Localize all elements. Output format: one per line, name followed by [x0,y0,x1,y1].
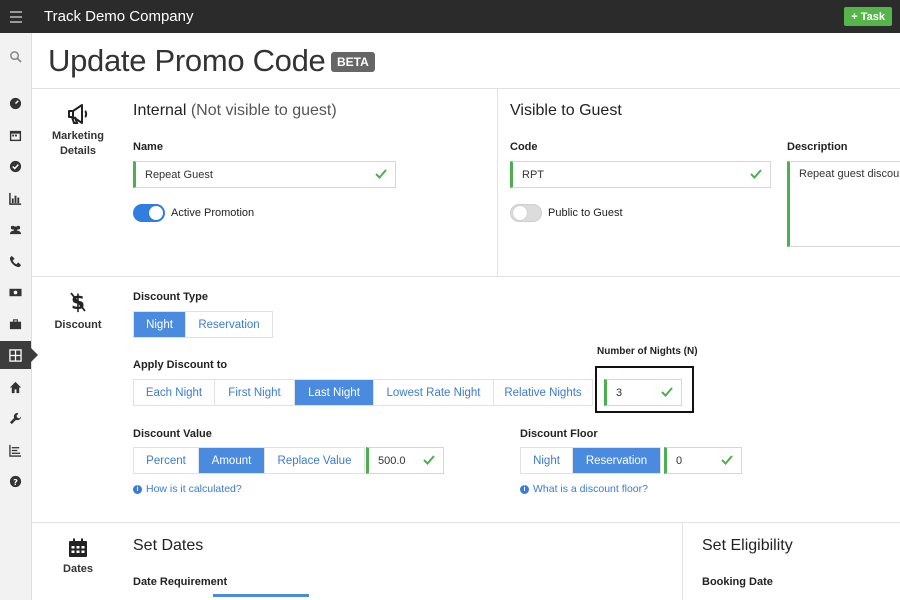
dates-section-label: Dates [46,538,110,577]
code-label: Code [510,141,538,153]
apply-lowest-rate-night[interactable]: Lowest Rate Night [374,380,494,405]
apply-last-night[interactable]: Last Night [295,380,374,405]
discount-floor-selector: Night Reservation [520,447,661,474]
divider [497,88,498,276]
discount-floor-reservation[interactable]: Reservation [573,448,660,473]
active-promotion-label: Active Promotion [171,207,255,219]
divider [32,522,900,523]
number-of-nights-label: Number of Nights (N) [597,346,698,357]
name-input[interactable]: Repeat Guest [133,161,396,188]
apply-each-night[interactable]: Each Night [134,380,215,405]
sidebar: ? [0,33,38,600]
discount-amount-input[interactable]: 500.0 [366,447,444,474]
discount-type-selector: Night Reservation [133,311,273,338]
wrench-icon[interactable] [0,404,31,432]
add-task-button[interactable]: + Task [844,7,892,26]
help-icon[interactable]: ? [0,467,31,495]
top-bar: Track Demo Company + Task [0,0,900,33]
check-circle-icon[interactable] [0,152,31,180]
discount-value-percent[interactable]: Percent [134,448,199,473]
divider [32,276,900,277]
calculation-help-link[interactable]: i How is it calculated? [133,483,242,495]
check-icon [721,455,733,465]
discount-floor-input[interactable]: 0 [664,447,742,474]
set-eligibility-heading: Set Eligibility [702,537,793,554]
discount-type-night[interactable]: Night [134,312,186,337]
discount-section-label: $ Discount [46,290,110,333]
beta-badge: BETA [331,52,375,72]
public-to-guest-label: Public to Guest [548,207,623,219]
marketing-section-label: Marketing Details [46,103,110,159]
money-icon[interactable] [0,278,31,306]
grid-icon[interactable] [0,341,38,369]
toggle-knob [149,206,163,220]
calendar-icon [69,538,87,557]
home-icon[interactable] [0,373,31,401]
booking-date-label: Booking Date [702,576,773,588]
code-input[interactable]: RPT [510,161,771,188]
discount-type-reservation[interactable]: Reservation [186,312,272,337]
description-label: Description [787,141,848,153]
discount-value-amount[interactable]: Amount [199,448,265,473]
divider [682,522,683,600]
check-icon [750,169,762,179]
number-of-nights-input[interactable]: 3 [604,379,682,406]
plus-icon: + [851,10,858,23]
dashboard-icon[interactable] [0,89,31,117]
apply-relative-nights[interactable]: Relative Nights [494,380,592,405]
toggle-knob [513,206,527,220]
info-icon: i [133,484,142,494]
discount-value-selector: Percent Amount Replace Value [133,447,365,474]
apply-discount-label: Apply Discount to [133,359,228,371]
people-icon[interactable] [0,215,31,243]
check-icon [375,169,387,179]
dollar-tag-icon: $ [70,290,86,314]
megaphone-icon [68,104,88,124]
name-label: Name [133,141,163,153]
discount-floor-label: Discount Floor [520,428,598,440]
date-requirement-label: Date Requirement [133,576,228,588]
list-icon[interactable] [0,436,31,464]
divider [32,88,900,89]
set-dates-heading: Set Dates [133,537,204,554]
check-icon [661,387,673,397]
phone-icon[interactable] [0,247,31,275]
reports-icon[interactable] [0,184,31,212]
date-requirement-selector[interactable] [213,594,309,597]
discount-floor-help-link[interactable]: i What is a discount floor? [520,483,648,495]
page-title: Update Promo Code [48,43,326,78]
discount-value-replace[interactable]: Replace Value [265,448,364,473]
check-icon [423,455,435,465]
active-promotion-toggle[interactable] [133,204,165,222]
public-to-guest-toggle[interactable] [510,204,542,222]
hamburger-menu-icon[interactable] [0,0,32,33]
description-textarea[interactable]: Repeat guest discount [787,161,900,247]
apply-discount-selector: Each Night First Night Last Night Lowest… [133,379,593,406]
company-name: Track Demo Company [44,8,194,25]
svg-text:?: ? [13,476,18,486]
calendar-icon[interactable] [0,121,31,149]
discount-floor-night[interactable]: Night [521,448,573,473]
internal-heading: Internal (Not visible to guest) [133,102,337,119]
briefcase-icon[interactable] [0,310,31,338]
discount-type-label: Discount Type [133,291,208,303]
visible-to-guest-heading: Visible to Guest [510,102,622,119]
info-icon: i [520,484,529,494]
apply-first-night[interactable]: First Night [215,380,295,405]
discount-value-label: Discount Value [133,428,212,440]
search-icon[interactable] [0,42,31,70]
